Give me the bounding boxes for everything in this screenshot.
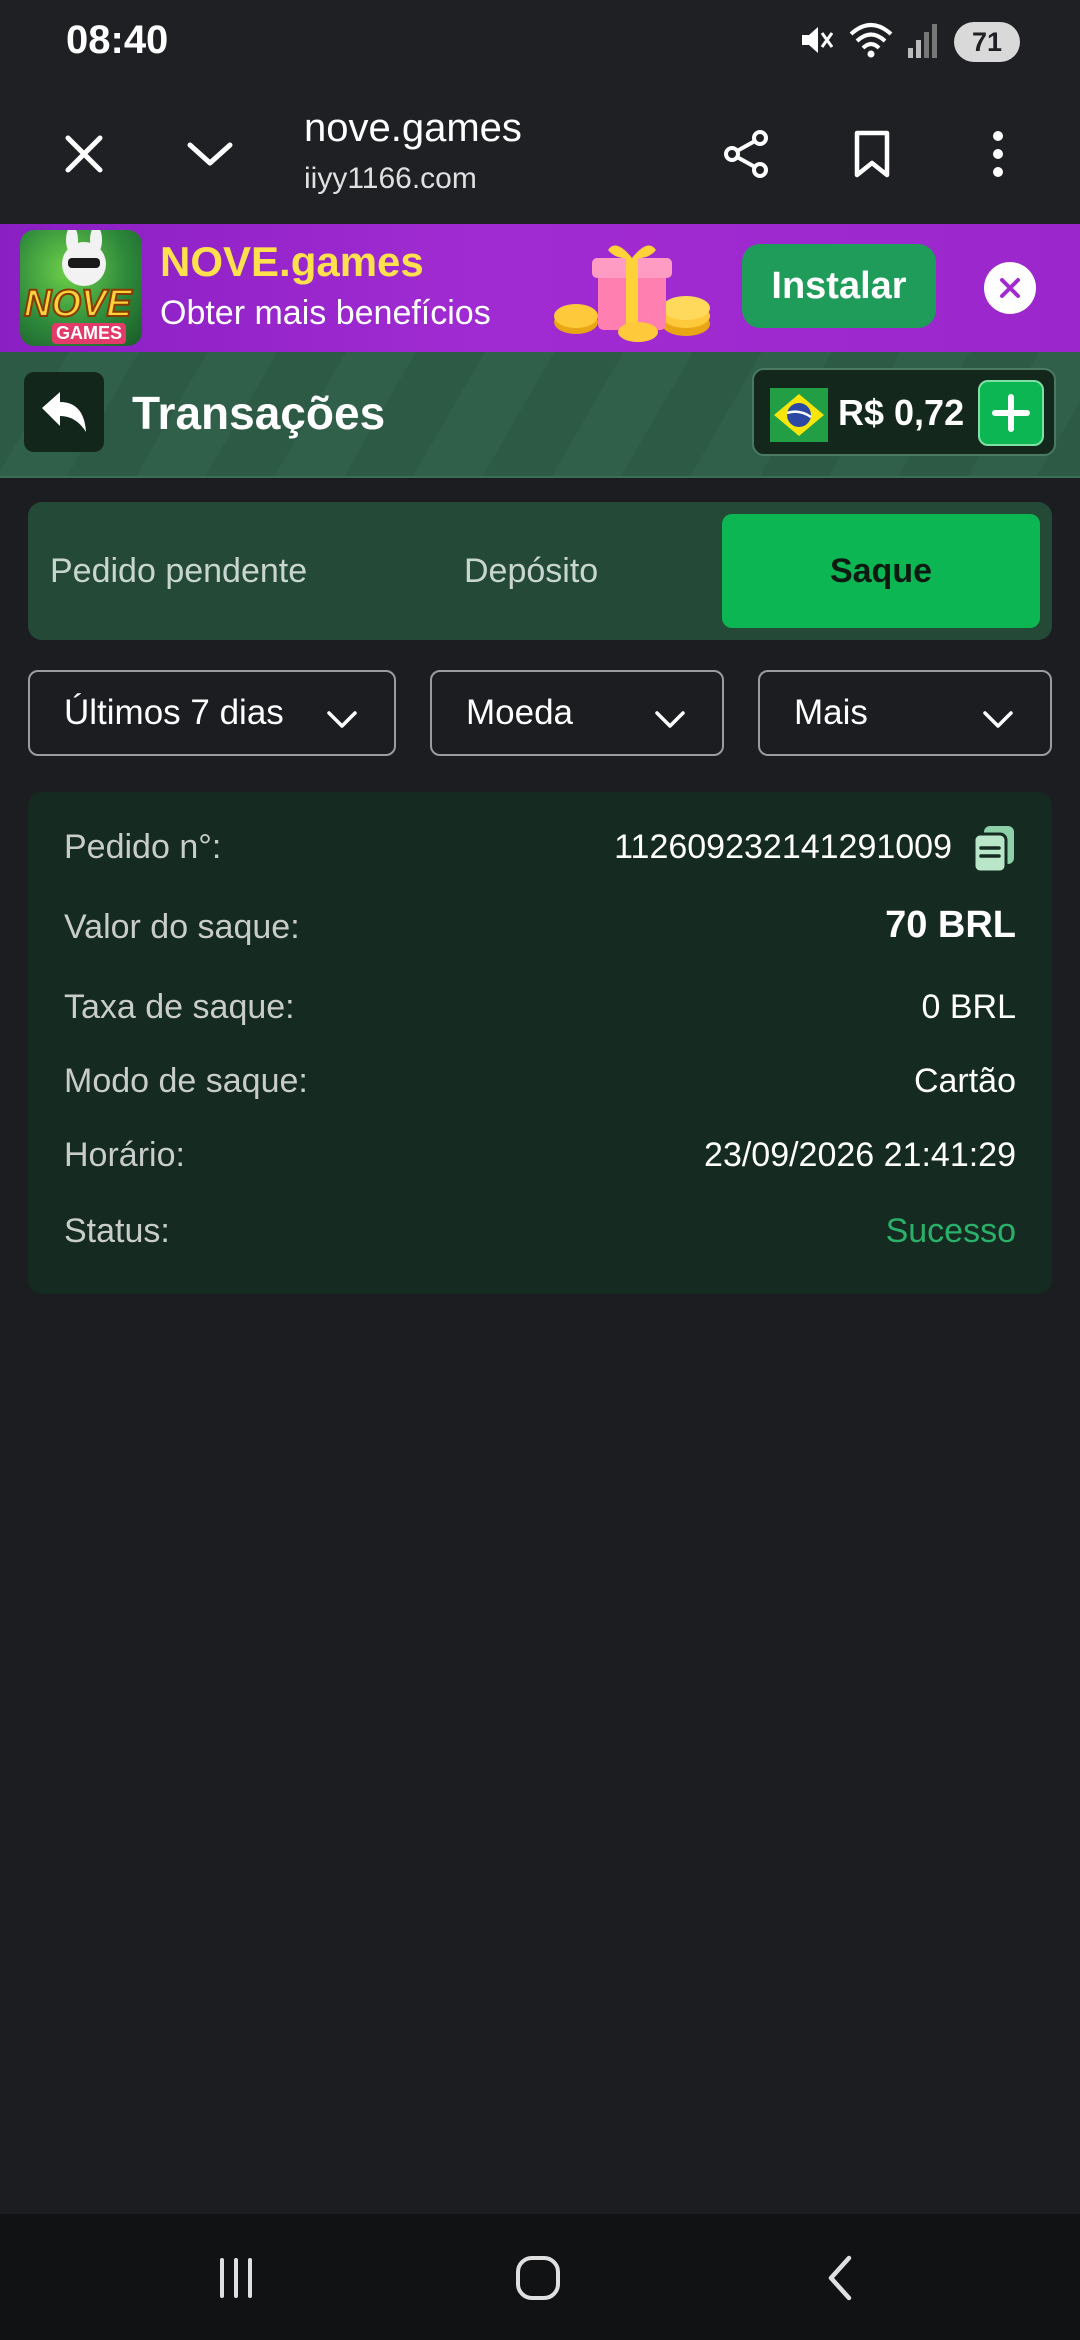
chevron-down-icon (326, 700, 358, 740)
filter-currency-dropdown[interactable]: Moeda (430, 670, 724, 756)
transaction-card: Pedido n°: 112609232141291009 Valor do s… (28, 792, 1052, 1294)
back-icon[interactable] (810, 2248, 870, 2308)
status-label: Status: (64, 1212, 170, 1250)
plus-icon[interactable] (978, 380, 1044, 446)
site-url[interactable]: iiyy1166.com (304, 162, 477, 196)
order-label: Pedido n°: (64, 828, 222, 866)
tab-saque[interactable]: Saque (722, 514, 1040, 628)
site-title[interactable]: nove.games (304, 106, 522, 151)
brazil-flag-icon (770, 388, 828, 442)
banner-title: NOVE.games (160, 238, 424, 285)
time-label: Horário: (64, 1136, 185, 1174)
page-title: Transações (132, 387, 386, 439)
browser-toolbar: nove.games iiyy1166.com (0, 82, 1080, 224)
bookmark-icon[interactable] (840, 122, 904, 186)
home-icon[interactable] (508, 2248, 568, 2308)
logo-subtext: GAMES (52, 323, 127, 344)
transaction-tabs: Pedido pendente Depósito Saque (28, 502, 1052, 640)
time-value: 23/09/2026 21:41:29 (704, 1136, 1016, 1174)
chevron-down-icon[interactable] (178, 122, 242, 186)
logo-text: NOVE (23, 282, 133, 326)
fee-label: Taxa de saque: (64, 988, 295, 1026)
copy-icon[interactable] (972, 824, 1018, 874)
signal-icon (906, 20, 942, 65)
mode-value: Cartão (913, 1062, 1016, 1100)
share-icon[interactable] (714, 122, 778, 186)
amount-label: Valor do saque: (64, 908, 300, 946)
status-time: 08:40 (66, 18, 169, 62)
more-vertical-icon[interactable] (966, 122, 1030, 186)
recent-apps-icon[interactable] (206, 2248, 266, 2308)
mode-label: Modo de saque: (64, 1062, 308, 1100)
chevron-down-icon (654, 700, 686, 740)
system-nav-bar (0, 2214, 1080, 2340)
mute-icon (796, 20, 836, 65)
tab-pedido-pendente[interactable]: Pedido pendente (50, 514, 370, 628)
balance-value: R$ 0,72 (838, 392, 965, 433)
gift-coins-image (546, 236, 716, 346)
install-banner: NOVE GAMES NOVE.games Obter mais benefíc… (0, 224, 1080, 352)
banner-subtitle: Obter mais benefícios (160, 294, 491, 332)
close-icon[interactable] (52, 122, 116, 186)
tab-deposito[interactable]: Depósito (464, 514, 664, 628)
back-arrow-icon[interactable] (24, 372, 104, 452)
wifi-icon (848, 20, 894, 65)
battery-icon: 71 (954, 22, 1020, 62)
balance-widget: R$ 0,72 (752, 368, 1056, 456)
order-number: 112609232141291009 (614, 828, 952, 866)
app-header: Transações R$ 0,72 (0, 352, 1080, 478)
amount-value: 70 BRL (885, 904, 1016, 946)
filter-period-dropdown[interactable]: Últimos 7 dias (28, 670, 396, 756)
install-button[interactable]: Instalar (742, 244, 936, 328)
filter-more-dropdown[interactable]: Mais (758, 670, 1052, 756)
fee-value: 0 BRL (921, 988, 1017, 1026)
status-badge: Sucesso (885, 1212, 1016, 1250)
app-logo: NOVE GAMES (20, 230, 142, 346)
chevron-down-icon (982, 700, 1014, 740)
filter-period-label: Últimos 7 dias (64, 693, 284, 732)
status-bar: 08:40 71 (0, 0, 1080, 82)
banner-close-icon[interactable] (984, 262, 1036, 314)
status-icons: 71 (796, 20, 1020, 64)
filter-currency-label: Moeda (466, 693, 574, 732)
filter-more-label: Mais (794, 693, 868, 732)
